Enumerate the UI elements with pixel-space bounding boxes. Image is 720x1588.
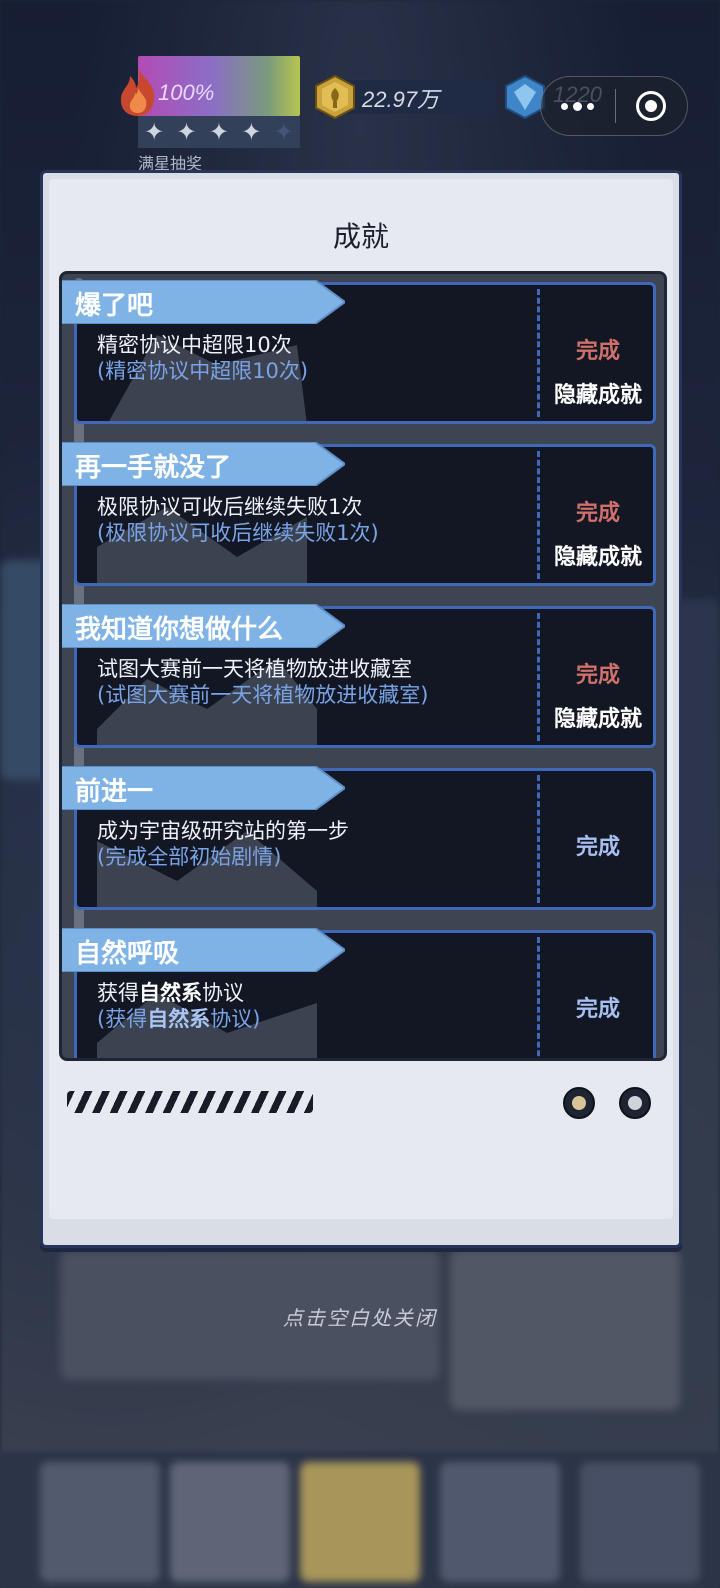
star-icon: ✦ [144,118,165,146]
tap-to-close-hint[interactable]: 点击空白处关闭 [0,1302,720,1331]
knob-icon [563,1087,595,1119]
flame-icon [120,68,155,116]
achievement-desc-sub: (获得自然系协议) [97,1003,260,1033]
hidden-achievement-tag: 隐藏成就 [553,545,642,570]
nav-slot [580,1462,700,1582]
achievement-title: 爆了吧 [75,291,154,321]
desc-sub-prefix: (获得 [97,1007,148,1031]
nav-slot [40,1462,160,1582]
achievement-title: 我知道你想做什么 [75,615,284,645]
desc-suffix: 协议 [202,981,244,1005]
achievement-desc-sub: (试图大赛前一天将植物放进收藏室) [97,683,429,707]
achievement-title: 再一手就没了 [75,453,232,483]
desc-highlight: 自然系 [139,981,202,1005]
desc-sub-suffix: 协议) [210,1007,261,1031]
energy-percent: 100% [158,80,215,105]
nav-slot [170,1462,290,1582]
desc-sub-highlight: 自然系 [147,1007,211,1031]
achievement-status: 完成 [575,339,620,364]
nav-slot [440,1462,560,1582]
achievement-title-banner: 再一手就没了 [62,442,345,486]
achievement-desc-sub: (精密协议中超限10次) [97,359,309,383]
hidden-achievement-tag: 隐藏成就 [553,383,642,408]
achievement-title: 自然呼吸 [75,939,180,969]
star-icon: ✦ [273,118,294,146]
knob-icon [619,1087,651,1119]
achievement-status: 完成 [575,997,620,1022]
achievement-modal: 成就 精密协议中超限10次 (精密协议中超限10次) 完成 隐藏成就 爆了吧 极… [40,170,682,1248]
achievement-title-banner: 前进一 [62,766,345,810]
achievement-desc-sub: (极限协议可收后继续失败1次) [97,521,379,545]
star-icon: ✦ [241,118,262,146]
coin-icon [315,74,355,120]
hazard-stripes [67,1091,313,1113]
coin-amount: 22.97万 [362,87,440,112]
achievement-desc-sub: (完成全部初始剧情) [97,845,282,869]
hidden-achievement-tag: 隐藏成就 [553,707,642,732]
nav-slot [300,1462,420,1582]
star-icon: ✦ [176,118,197,146]
achievement-status: 完成 [575,663,620,688]
achievement-status: 完成 [575,501,620,526]
modal-title: 成就 [332,220,389,253]
achievement-title: 前进一 [75,777,154,807]
star-rating: ✦ ✦ ✦ ✦ ✦ [138,116,300,148]
achievement-title-banner: 爆了吧 [62,280,345,324]
achievement-list[interactable]: 精密协议中超限10次 (精密协议中超限10次) 完成 隐藏成就 爆了吧 极限协议… [59,271,667,1061]
achievement-title-banner: 我知道你想做什么 [62,604,345,648]
target-close-icon[interactable] [616,77,688,135]
achievement-title-banner: 自然呼吸 [62,928,345,972]
mini-program-capsule [540,76,688,136]
star-icon: ✦ [208,118,230,146]
achievement-status: 完成 [575,835,620,860]
more-dots-icon[interactable] [541,77,615,135]
desc-prefix: 获得 [97,981,139,1005]
